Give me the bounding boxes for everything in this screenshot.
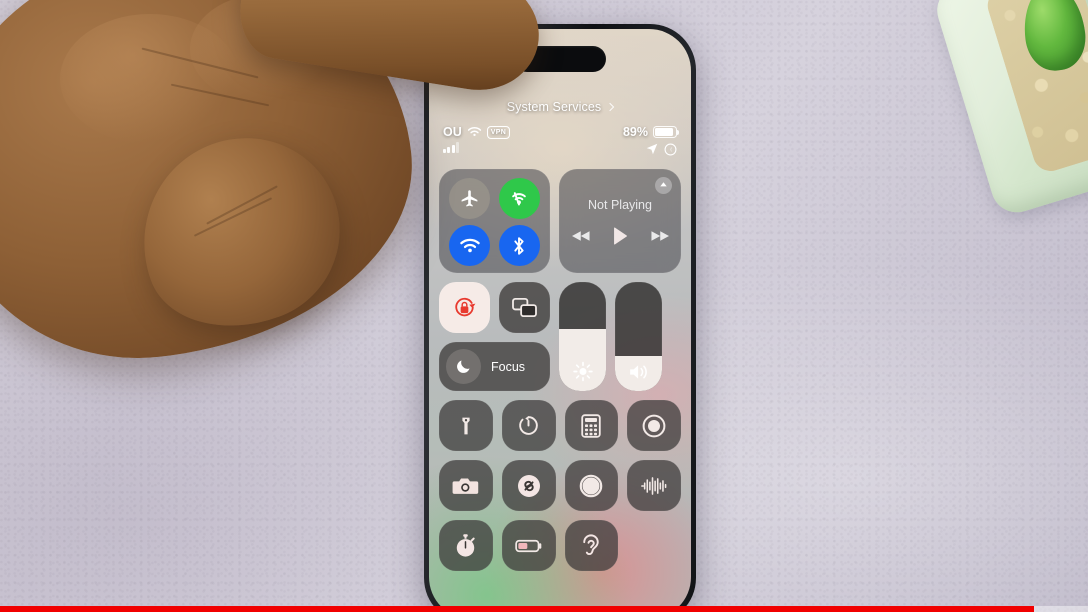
airplay-icon	[658, 180, 669, 191]
video-progress-bar[interactable]	[0, 606, 1088, 612]
stopwatch-icon	[453, 533, 478, 559]
dark-mode-button[interactable]	[564, 460, 619, 511]
brightness-sun-icon	[572, 361, 593, 382]
screen-recording-button[interactable]	[627, 400, 681, 451]
low-power-battery-icon	[514, 538, 543, 554]
focus-moon-icon	[664, 143, 677, 156]
hand	[0, 0, 560, 424]
stopwatch-button[interactable]	[439, 520, 493, 571]
battery-icon	[653, 126, 680, 138]
sound-recognition-button[interactable]	[627, 460, 681, 511]
media-playback-module: Not Playing	[559, 169, 681, 273]
camera-button[interactable]	[439, 460, 493, 511]
shazam-icon	[516, 473, 542, 499]
airplay-toggle[interactable]	[655, 177, 672, 194]
rewind-icon[interactable]	[571, 229, 591, 243]
calculator-button[interactable]	[564, 400, 619, 451]
fast-forward-icon[interactable]	[650, 229, 669, 243]
media-title: Not Playing	[588, 197, 652, 212]
dark-mode-icon	[578, 473, 604, 499]
speaker-volume-icon	[627, 362, 650, 382]
battery-percent-label: 89%	[622, 125, 648, 139]
shortcuts-grid	[439, 400, 681, 571]
shazam-button[interactable]	[501, 460, 556, 511]
chevron-right-icon	[606, 102, 615, 112]
location-arrow-icon	[645, 142, 659, 156]
brightness-slider[interactable]	[559, 282, 606, 391]
screen-record-icon	[641, 413, 667, 439]
sound-recognition-icon	[640, 475, 668, 497]
brightness-fill	[559, 328, 606, 391]
scene-root: System Services OU VPN 89% Not Playing F…	[0, 0, 1088, 612]
status-bar-right: 89%	[622, 125, 680, 139]
video-progress-fill	[0, 606, 1034, 612]
calculator-icon	[581, 413, 602, 438]
volume-slider[interactable]	[615, 282, 662, 391]
low-power-mode-button[interactable]	[501, 520, 556, 571]
media-controls	[571, 226, 669, 245]
camera-icon	[452, 475, 479, 497]
status-bar-secondary	[645, 142, 677, 156]
volume-fill	[615, 356, 662, 391]
hearing-ear-icon	[580, 532, 602, 559]
play-icon[interactable]	[613, 226, 628, 245]
hearing-button[interactable]	[564, 520, 619, 571]
